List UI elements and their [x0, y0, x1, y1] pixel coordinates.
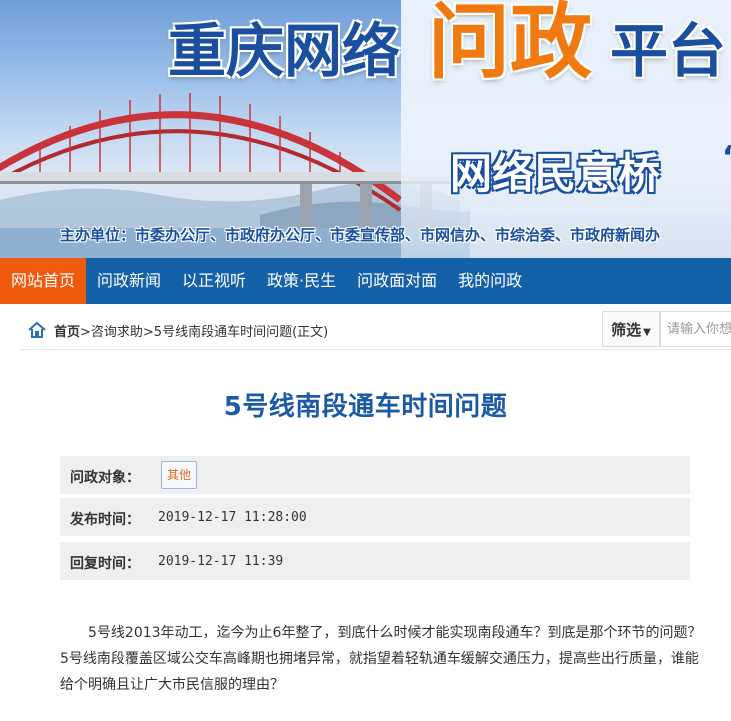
banner-organizers: 主办单位：市委办公厅、市政府办公厅、市委宣传部、市网信办、市综治委、市政府新闻办 [60, 226, 661, 244]
meta-row-replied: 回复时间： 2019-12-17 11:39 [60, 542, 690, 580]
nav-item-face-to-face[interactable]: 问政面对面 [347, 258, 447, 304]
filter-button[interactable]: 筛选 ▼ [602, 311, 660, 347]
breadcrumb-home-link[interactable]: 首页 [54, 325, 80, 340]
nav-item-rumor-clarification[interactable]: 以正视听 [172, 258, 256, 304]
breadcrumb-path[interactable]: >咨询求助>5号线南段通车时间问题(正文) [80, 325, 328, 340]
nav-item-home[interactable]: 网站首页 [0, 258, 87, 304]
filter-button-label: 筛选 [611, 321, 642, 339]
banner-title-part1: 重庆网络 [168, 17, 401, 85]
site-banner: 重庆网络 问政 平台 网络民意桥 “ 主办单位：市委办公厅、市政府办公厅、市委宣… [0, 0, 731, 258]
meta-row-published: 发布时间： 2019-12-17 11:28:00 [60, 498, 690, 536]
home-icon[interactable] [28, 321, 46, 339]
breadcrumb: 首页>咨询求助>5号线南段通车时间问题(正文) [54, 321, 328, 340]
meta-published-value: 2019-12-17 11:28:00 [158, 510, 307, 525]
banner-subtitle: 网络民意桥 [450, 149, 661, 198]
banner-title-part2: 问政 [428, 0, 593, 90]
meta-replied-value: 2019-12-17 11:39 [158, 554, 284, 569]
article-title: 5号线南段通车时间问题 [223, 392, 508, 422]
meta-target-label: 问政对象： [70, 470, 140, 486]
target-tag[interactable]: 其他 [161, 461, 198, 489]
article-body: 5号线2013年动工，迄今为止6年整了，到底什么时候才能实现南段通车？到底是那个… [60, 625, 702, 693]
banner-subtitle-mark: “ [722, 140, 731, 175]
nav-item-news[interactable]: 问政新闻 [87, 258, 171, 304]
banner-title-part3: 平台 [610, 17, 727, 85]
meta-replied-label: 回复时间： [70, 556, 140, 572]
breadcrumb-bar: 首页>咨询求助>5号线南段通车时间问题(正文) 筛选 ▼ [20, 311, 731, 350]
meta-published-label: 发布时间： [70, 512, 140, 528]
main-nav: 网站首页 问政新闻 以正视听 政策·民生 问政面对面 我的问政 [0, 258, 731, 304]
caret-down-icon: ▼ [643, 327, 651, 338]
search-input[interactable] [660, 311, 731, 347]
nav-item-policy[interactable]: 政策·民生 [257, 258, 346, 304]
meta-row-target: 问政对象： 其他 [60, 456, 690, 494]
nav-item-my-questions[interactable]: 我的问政 [448, 258, 532, 304]
